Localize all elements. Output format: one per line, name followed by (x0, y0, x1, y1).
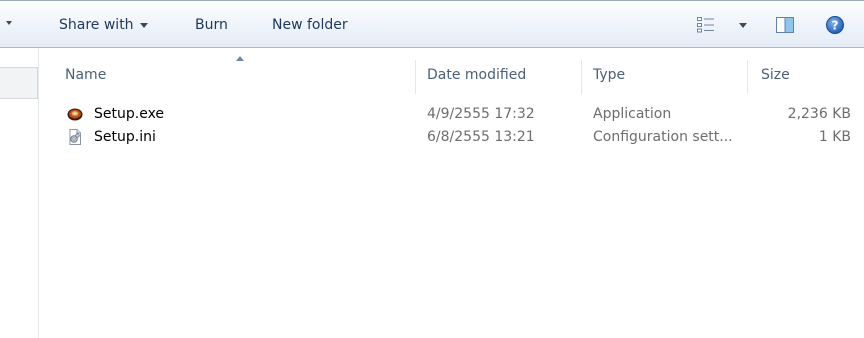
file-type: Application (593, 106, 672, 122)
application-icon (67, 108, 83, 121)
organize-dropdown-arrow-icon[interactable] (6, 21, 12, 25)
share-with-label: Share with (59, 17, 134, 33)
file-size: 2,236 KB (787, 106, 851, 122)
help-icon[interactable]: ? (825, 15, 845, 35)
chevron-down-icon (739, 23, 747, 28)
command-bar: Share with Burn New folder ? (0, 0, 864, 48)
file-size: 1 KB (818, 129, 851, 145)
column-header-size[interactable]: Size (761, 64, 790, 86)
column-divider[interactable] (747, 60, 748, 94)
column-divider[interactable] (415, 60, 416, 94)
file-date-modified: 6/8/2555 13:21 (427, 129, 535, 145)
column-divider[interactable] (581, 60, 582, 94)
column-type-label: Type (593, 67, 626, 83)
file-type: Configuration sett... (593, 129, 733, 145)
new-folder-button[interactable]: New folder (272, 15, 348, 35)
column-headers: Name Date modified Type Size (40, 48, 864, 98)
column-header-name[interactable]: Name (65, 64, 106, 86)
file-row[interactable]: Setup.exe 4/9/2555 17:32 Application 2,2… (40, 103, 864, 125)
file-date-modified: 4/9/2555 17:32 (427, 106, 535, 122)
file-name: Setup.exe (94, 106, 165, 122)
burn-label: Burn (195, 17, 228, 33)
file-name: Setup.ini (94, 129, 156, 145)
preview-pane-icon[interactable] (775, 15, 795, 35)
svg-text:?: ? (832, 19, 839, 33)
burn-button[interactable]: Burn (195, 15, 228, 35)
column-header-type[interactable]: Type (593, 64, 625, 86)
column-header-date-modified[interactable]: Date modified (427, 64, 526, 86)
column-size-label: Size (761, 67, 790, 83)
config-file-icon (69, 129, 81, 145)
share-with-button[interactable]: Share with (59, 15, 148, 35)
sort-ascending-icon (236, 56, 244, 61)
new-folder-label: New folder (272, 17, 348, 33)
view-options-icon (697, 17, 714, 33)
navigation-selected-item[interactable] (0, 67, 38, 99)
change-view-button[interactable] (697, 16, 751, 36)
navigation-pane[interactable] (0, 48, 39, 338)
file-row[interactable]: Setup.ini 6/8/2555 13:21 Configuration s… (40, 126, 864, 148)
column-name-label: Name (65, 67, 107, 83)
column-date-label: Date modified (427, 67, 527, 83)
chevron-down-icon (139, 22, 148, 28)
